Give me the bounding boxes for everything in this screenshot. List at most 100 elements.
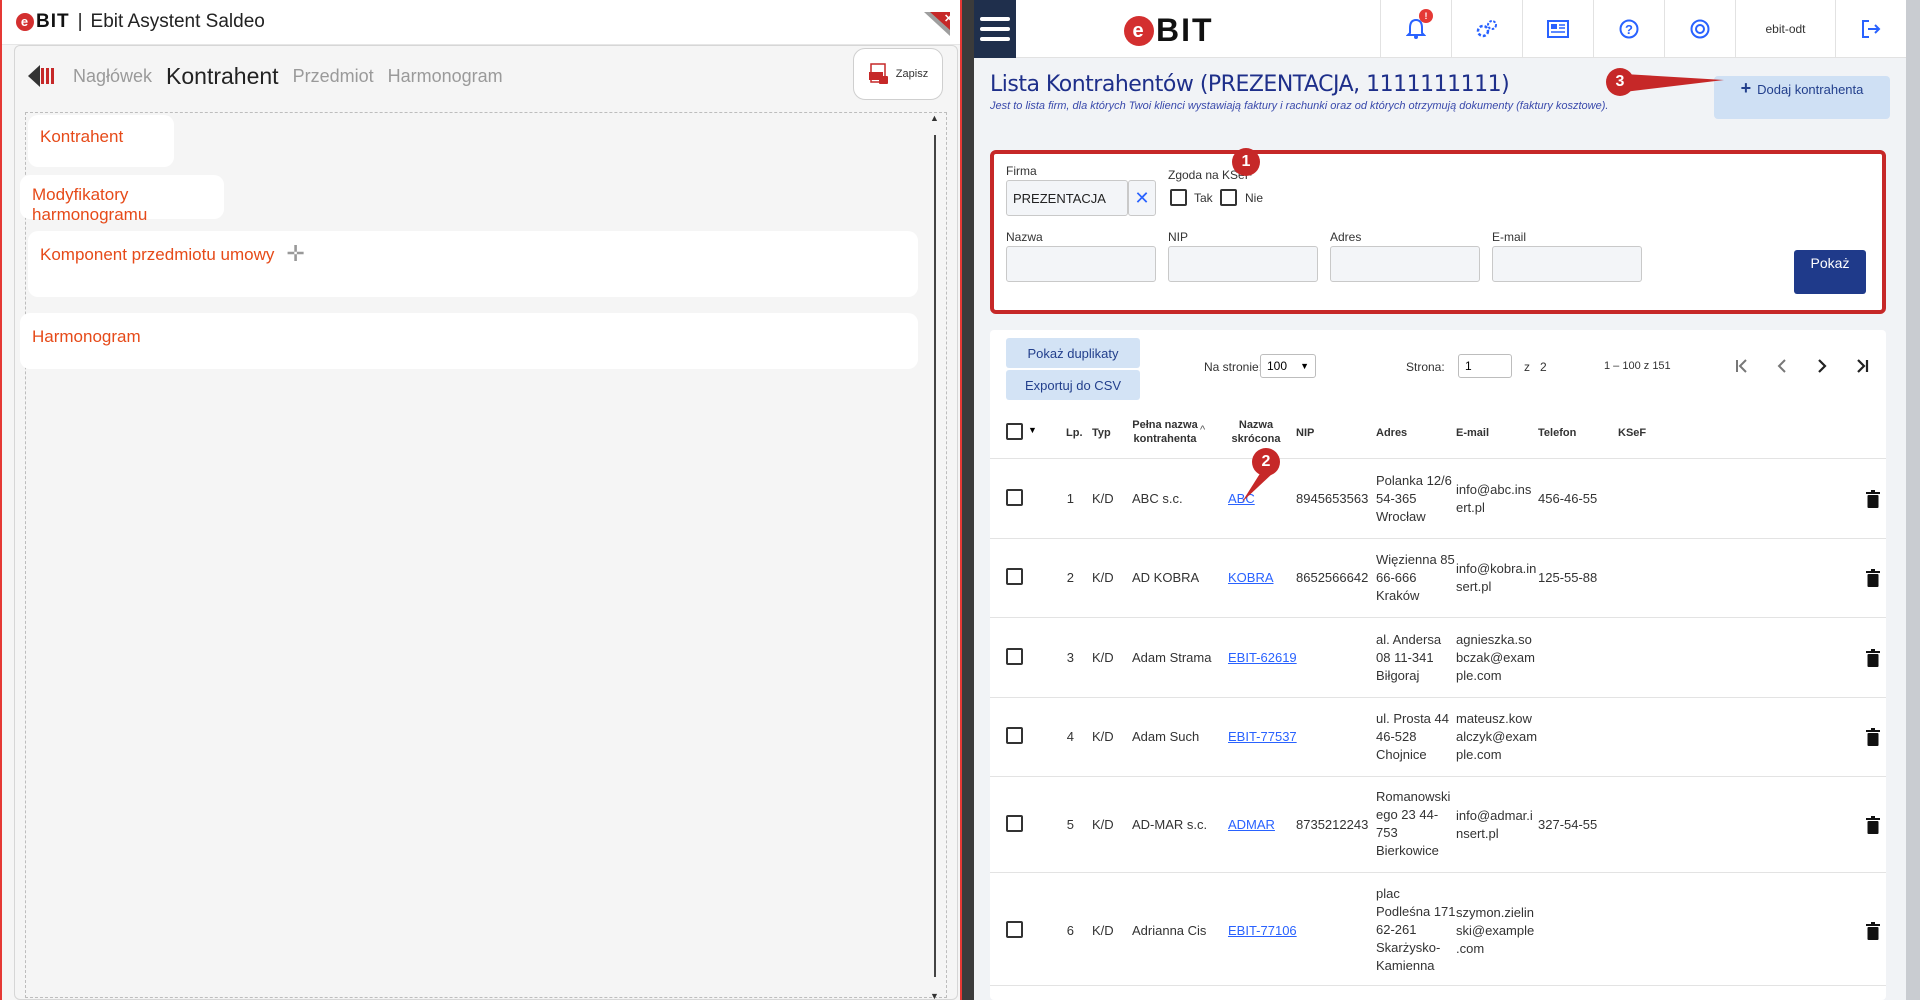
- notifications-bell-icon[interactable]: !: [1380, 0, 1451, 58]
- tab-przedmiot[interactable]: Przedmiot: [293, 66, 374, 87]
- clear-firma-icon[interactable]: ✕: [1128, 180, 1156, 216]
- col-ksef[interactable]: KSeF: [1618, 426, 1646, 440]
- row-checkbox[interactable]: [1006, 648, 1023, 665]
- col-short-name-line1: Nazwa: [1238, 419, 1274, 431]
- assistant-panel: e BIT | Ebit Asystent Saldeo ✕ Nagłówek …: [0, 0, 962, 1000]
- settings-gears-icon[interactable]: [1451, 0, 1522, 58]
- delete-trash-icon[interactable]: [1866, 649, 1880, 667]
- last-page-icon[interactable]: [1850, 352, 1874, 380]
- back-arrow-icon[interactable]: [23, 61, 59, 91]
- adres-input[interactable]: [1330, 246, 1480, 282]
- help-icon[interactable]: ?: [1593, 0, 1664, 58]
- scrollbar[interactable]: ▲ ▼: [928, 113, 942, 1000]
- row-short-link[interactable]: KOBRA: [1228, 569, 1274, 587]
- export-csv-button[interactable]: Exportuj do CSV: [1006, 370, 1140, 400]
- row-checkbox[interactable]: [1006, 921, 1023, 938]
- col-typ[interactable]: Typ: [1092, 426, 1111, 440]
- window-scrollbar[interactable]: [1906, 0, 1920, 1000]
- add-plus-icon[interactable]: ✛: [286, 243, 304, 265]
- section-komponent[interactable]: Komponent przedmiotu umowy ✛: [28, 231, 918, 297]
- save-button[interactable]: Zapisz: [853, 48, 943, 100]
- row-checkbox[interactable]: [1006, 568, 1023, 585]
- next-page-icon[interactable]: [1810, 352, 1834, 380]
- col-short-name[interactable]: Nazwa skrócona: [1228, 418, 1284, 446]
- ksef-nie-checkbox[interactable]: [1220, 189, 1237, 206]
- delete-trash-icon[interactable]: [1866, 569, 1880, 587]
- row-checkbox[interactable]: [1006, 815, 1023, 832]
- row-short-link[interactable]: EBIT-62619: [1228, 649, 1297, 667]
- show-button[interactable]: Pokaż: [1794, 250, 1866, 294]
- col-full-name-line2: kontrahenta: [1133, 433, 1197, 445]
- tab-kontrahent[interactable]: Kontrahent: [166, 63, 279, 90]
- svg-text:?: ?: [1625, 22, 1633, 37]
- row-phone: 327-54-55: [1538, 817, 1598, 832]
- support-lifebuoy-icon[interactable]: [1664, 0, 1735, 58]
- page-label: Strona:: [1406, 360, 1445, 374]
- col-short-name-line2: skrócona: [1231, 433, 1281, 445]
- sort-asc-icon[interactable]: ^: [1200, 424, 1205, 436]
- section-kontrahent-label: Kontrahent: [40, 127, 124, 146]
- ksef-tak-checkbox[interactable]: [1170, 189, 1187, 206]
- firma-input[interactable]: PREZENTACJA: [1006, 180, 1128, 216]
- page-input[interactable]: 1: [1458, 354, 1512, 378]
- show-duplicates-button[interactable]: Pokaż duplikaty: [1006, 338, 1140, 368]
- row-short-link[interactable]: EBIT-77106: [1228, 922, 1297, 940]
- section-harmonogram[interactable]: Harmonogram: [20, 313, 918, 369]
- email-input[interactable]: [1492, 246, 1642, 282]
- delete-trash-icon[interactable]: [1866, 922, 1880, 940]
- row-typ: K/D: [1092, 817, 1114, 832]
- row-lp: 2: [1066, 570, 1074, 585]
- ebit-logo-main[interactable]: e BIT: [1124, 12, 1214, 49]
- nip-input[interactable]: [1168, 246, 1318, 282]
- row-lp: 6: [1066, 923, 1074, 938]
- nip-label: NIP: [1168, 230, 1189, 244]
- logout-icon[interactable]: [1835, 0, 1906, 58]
- per-page-select[interactable]: 100 ▼: [1260, 354, 1316, 378]
- hamburger-menu-icon[interactable]: [974, 0, 1016, 58]
- tab-naglowek[interactable]: Nagłówek: [73, 66, 152, 87]
- news-icon[interactable]: [1522, 0, 1593, 58]
- row-email: agnieszka.so bczak@exam ple.com: [1456, 632, 1535, 683]
- row-divider: [990, 985, 1886, 986]
- row-checkbox[interactable]: [1006, 489, 1023, 506]
- add-contractor-button[interactable]: + Dodaj kontrahenta: [1714, 76, 1890, 119]
- row-nip: 8735212243: [1296, 817, 1369, 832]
- row-email: info@abc.ins ert.pl: [1456, 482, 1532, 515]
- row-typ: K/D: [1092, 729, 1114, 744]
- row-name: Adam Strama: [1132, 650, 1212, 665]
- section-kontrahent[interactable]: Kontrahent: [28, 115, 174, 167]
- row-checkbox[interactable]: [1006, 727, 1023, 744]
- assistant-titlebar: e BIT | Ebit Asystent Saldeo ✕: [2, 0, 960, 45]
- col-adres[interactable]: Adres: [1376, 426, 1407, 440]
- delete-trash-icon[interactable]: [1866, 490, 1880, 508]
- tab-harmonogram[interactable]: Harmonogram: [388, 66, 503, 87]
- delete-trash-icon[interactable]: [1866, 728, 1880, 746]
- select-all-checkbox[interactable]: [1006, 423, 1023, 440]
- col-telefon[interactable]: Telefon: [1538, 426, 1576, 440]
- page-title: Lista Kontrahentów (PREZENTACJA, 1111111…: [990, 72, 1510, 97]
- first-page-icon[interactable]: [1730, 352, 1754, 380]
- scroll-down-icon[interactable]: ▼: [930, 991, 939, 1000]
- scroll-thumb[interactable]: [934, 135, 936, 977]
- col-full-name[interactable]: Pełna nazwa kontrahenta: [1132, 418, 1198, 446]
- col-email[interactable]: E-mail: [1456, 426, 1489, 440]
- scroll-up-icon[interactable]: ▲: [930, 113, 939, 123]
- plus-icon: +: [1740, 78, 1752, 98]
- prev-page-icon[interactable]: [1770, 352, 1794, 380]
- col-nip[interactable]: NIP: [1296, 426, 1314, 440]
- select-menu-icon[interactable]: ▼: [1028, 425, 1037, 435]
- row-typ: K/D: [1092, 923, 1114, 938]
- row-short-link[interactable]: EBIT-77537: [1228, 728, 1297, 746]
- col-lp[interactable]: Lp.: [1066, 426, 1083, 440]
- close-icon[interactable]: ✕: [920, 8, 954, 38]
- nazwa-input[interactable]: [1006, 246, 1156, 282]
- user-account[interactable]: ebit-odt: [1735, 0, 1835, 58]
- row-short-link[interactable]: ADMAR: [1228, 816, 1275, 834]
- section-modyfikatory-label: Modyfikatory harmonogramu: [32, 185, 148, 224]
- user-name: ebit-odt: [1765, 22, 1806, 36]
- page-total: 2: [1540, 360, 1547, 374]
- panel-divider: [962, 0, 974, 1000]
- row-phone: 125-55-88: [1538, 570, 1598, 585]
- section-modyfikatory[interactable]: Modyfikatory harmonogramu: [20, 175, 224, 224]
- delete-trash-icon[interactable]: [1866, 816, 1880, 834]
